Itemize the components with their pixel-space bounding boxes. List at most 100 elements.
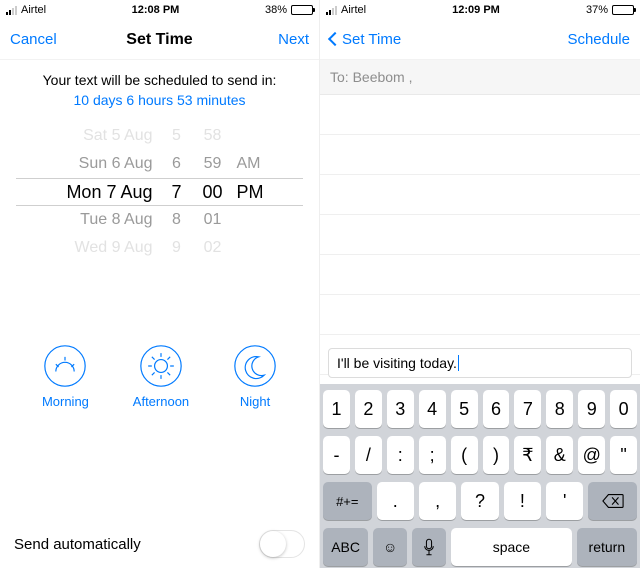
preset-morning-button[interactable]: Morning bbox=[42, 344, 89, 409]
sunrise-icon bbox=[43, 344, 87, 388]
status-left: Airtel bbox=[326, 4, 366, 16]
nav-bar: Cancel Set Time Next bbox=[0, 20, 319, 60]
key-2[interactable]: 2 bbox=[355, 390, 382, 428]
key-dash[interactable]: - bbox=[323, 436, 350, 474]
picker-date-option[interactable]: Sat 5 Aug bbox=[49, 122, 159, 150]
signal-icon bbox=[6, 6, 17, 15]
emoji-icon: ☺ bbox=[383, 539, 397, 555]
back-label: Set Time bbox=[342, 31, 401, 48]
key-7[interactable]: 7 bbox=[514, 390, 541, 428]
key-colon[interactable]: : bbox=[387, 436, 414, 474]
picker-hour-option[interactable]: 6 bbox=[159, 150, 195, 178]
time-presets: Morning Afternoon Night bbox=[0, 262, 319, 415]
next-button[interactable]: Next bbox=[278, 31, 309, 48]
schedule-button[interactable]: Schedule bbox=[567, 31, 630, 48]
key-lparen[interactable]: ( bbox=[451, 436, 478, 474]
key-symbols[interactable]: #+= bbox=[323, 482, 372, 520]
key-exclaim[interactable]: ! bbox=[504, 482, 541, 520]
countdown-label: 10 days 6 hours 53 minutes bbox=[0, 92, 319, 122]
preset-label: Night bbox=[240, 394, 270, 409]
nav-bar: Set Time Schedule bbox=[320, 20, 640, 60]
compose-input[interactable]: I'll be visiting today. bbox=[328, 348, 632, 378]
keyboard-row-3: #+= . , ? ! ' bbox=[323, 482, 637, 520]
clock-label: 12:09 PM bbox=[452, 4, 500, 16]
sun-icon bbox=[139, 344, 183, 388]
picker-hour-option[interactable]: 9 bbox=[159, 234, 195, 262]
status-bar: Airtel 12:08 PM 38% bbox=[0, 0, 319, 20]
key-period[interactable]: . bbox=[377, 482, 414, 520]
picker-hour-selected[interactable]: 7 bbox=[159, 178, 195, 206]
to-prefix: To: bbox=[330, 69, 353, 85]
datetime-picker[interactable]: Sat 5 Aug Sun 6 Aug Mon 7 Aug Tue 8 Aug … bbox=[16, 122, 303, 262]
key-0[interactable]: 0 bbox=[610, 390, 637, 428]
key-semicolon[interactable]: ; bbox=[419, 436, 446, 474]
key-6[interactable]: 6 bbox=[483, 390, 510, 428]
battery-pct-label: 37% bbox=[586, 4, 608, 16]
key-4[interactable]: 4 bbox=[419, 390, 446, 428]
status-left: Airtel bbox=[6, 4, 46, 16]
mic-icon bbox=[423, 538, 435, 556]
message-body-area[interactable]: I'll be visiting today. 1 2 3 4 5 6 7 8 … bbox=[320, 95, 640, 568]
status-bar: Airtel 12:09 PM 37% bbox=[320, 0, 640, 20]
send-auto-row: Send automatically bbox=[0, 530, 319, 558]
preset-label: Morning bbox=[42, 394, 89, 409]
key-5[interactable]: 5 bbox=[451, 390, 478, 428]
chevron-left-icon bbox=[330, 31, 340, 48]
preset-label: Afternoon bbox=[133, 394, 189, 409]
picker-minute-option[interactable]: 59 bbox=[195, 150, 231, 178]
key-3[interactable]: 3 bbox=[387, 390, 414, 428]
key-quote[interactable]: " bbox=[610, 436, 637, 474]
key-return[interactable]: return bbox=[577, 528, 637, 566]
text-cursor bbox=[458, 355, 459, 371]
key-backspace[interactable] bbox=[588, 482, 637, 520]
keyboard-row-2: - / : ; ( ) ₹ & @ " bbox=[323, 436, 637, 474]
compose-screen: Airtel 12:09 PM 37% Set Time Schedule To… bbox=[320, 0, 640, 568]
to-value: Beebom , bbox=[353, 69, 413, 85]
backspace-icon bbox=[602, 493, 624, 509]
compose-text: I'll be visiting today. bbox=[337, 355, 457, 371]
picker-period-option[interactable]: AM bbox=[231, 150, 271, 178]
key-slash[interactable]: / bbox=[355, 436, 382, 474]
key-rupee[interactable]: ₹ bbox=[514, 436, 541, 474]
key-question[interactable]: ? bbox=[461, 482, 498, 520]
status-right: 37% bbox=[586, 4, 634, 16]
picker-date-option[interactable]: Tue 8 Aug bbox=[49, 206, 159, 234]
send-auto-label: Send automatically bbox=[14, 536, 141, 553]
key-mic[interactable] bbox=[412, 528, 446, 566]
key-amp[interactable]: & bbox=[546, 436, 573, 474]
key-9[interactable]: 9 bbox=[578, 390, 605, 428]
keyboard-row-4: ABC ☺ space return bbox=[323, 528, 637, 566]
picker-minute-option[interactable]: 58 bbox=[195, 122, 231, 150]
send-auto-toggle[interactable] bbox=[259, 530, 305, 558]
picker-date-option[interactable]: Wed 9 Aug bbox=[49, 234, 159, 262]
preset-afternoon-button[interactable]: Afternoon bbox=[133, 344, 189, 409]
picker-minute-option[interactable]: 02 bbox=[195, 234, 231, 262]
key-1[interactable]: 1 bbox=[323, 390, 350, 428]
picker-date-selected[interactable]: Mon 7 Aug bbox=[49, 178, 159, 206]
key-at[interactable]: @ bbox=[578, 436, 605, 474]
battery-pct-label: 38% bbox=[265, 4, 287, 16]
picker-hour-option[interactable]: 8 bbox=[159, 206, 195, 234]
picker-hour-option[interactable]: 5 bbox=[159, 122, 195, 150]
back-button[interactable]: Set Time bbox=[330, 31, 401, 48]
picker-minute-selected[interactable]: 00 bbox=[195, 178, 231, 206]
battery-icon bbox=[612, 5, 634, 15]
key-space[interactable]: space bbox=[451, 528, 572, 566]
cancel-button[interactable]: Cancel bbox=[10, 31, 57, 48]
key-abc[interactable]: ABC bbox=[323, 528, 368, 566]
key-rparen[interactable]: ) bbox=[483, 436, 510, 474]
picker-date-option[interactable]: Sun 6 Aug bbox=[49, 150, 159, 178]
recipient-field[interactable]: To: Beebom , bbox=[320, 60, 640, 95]
preset-night-button[interactable]: Night bbox=[233, 344, 277, 409]
carrier-label: Airtel bbox=[21, 4, 46, 16]
key-apostrophe[interactable]: ' bbox=[546, 482, 583, 520]
clock-label: 12:08 PM bbox=[132, 4, 180, 16]
key-comma[interactable]: , bbox=[419, 482, 456, 520]
keyboard-row-1: 1 2 3 4 5 6 7 8 9 0 bbox=[323, 390, 637, 428]
key-8[interactable]: 8 bbox=[546, 390, 573, 428]
picker-period-selected[interactable]: PM bbox=[231, 178, 271, 206]
signal-icon bbox=[326, 6, 337, 15]
key-emoji[interactable]: ☺ bbox=[373, 528, 407, 566]
schedule-info-label: Your text will be scheduled to send in: bbox=[0, 60, 319, 92]
picker-minute-option[interactable]: 01 bbox=[195, 206, 231, 234]
